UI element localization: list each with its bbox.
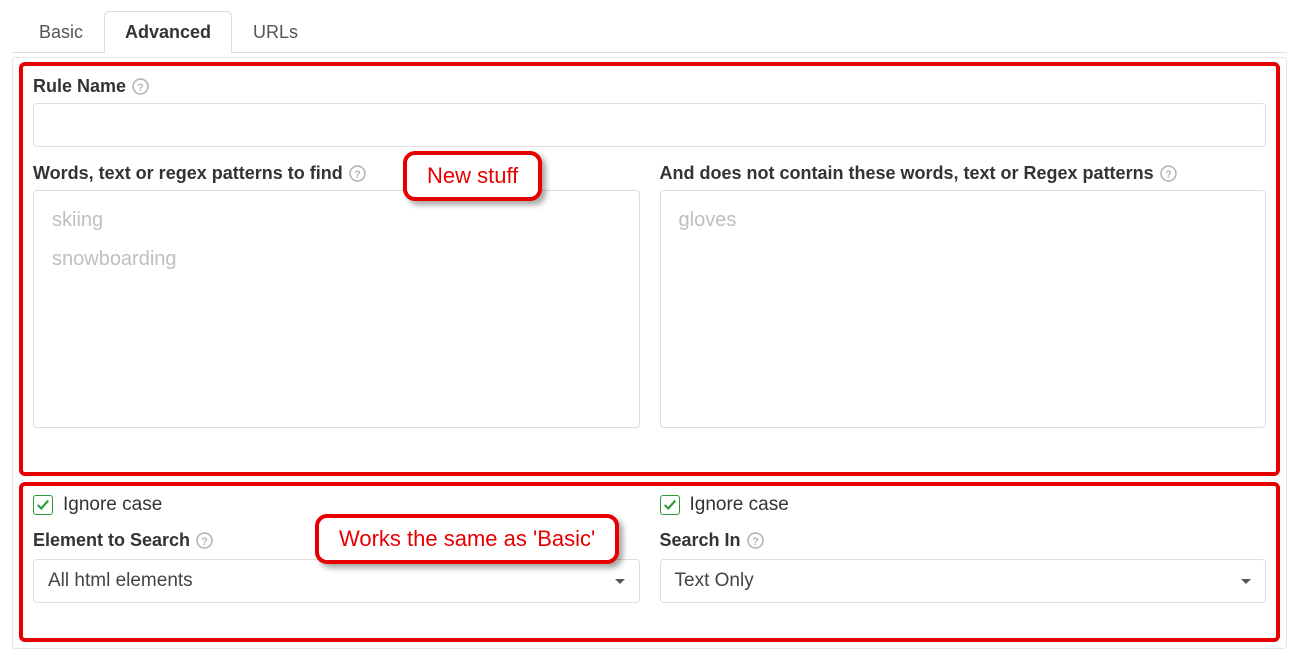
advanced-panel: Rule Name ? Words, text or regex pattern… <box>12 57 1287 649</box>
words-find-label: Words, text or regex patterns to find ? <box>33 163 640 184</box>
ignore-case-label-right: Ignore case <box>690 494 789 516</box>
tag-item[interactable]: skiing <box>48 205 107 236</box>
help-icon[interactable]: ? <box>196 532 213 549</box>
tab-bar: Basic Advanced URLs <box>12 10 1287 53</box>
svg-text:?: ? <box>752 536 758 548</box>
chevron-down-icon <box>1241 579 1251 584</box>
search-in-value: Text Only <box>675 570 754 592</box>
section-new-stuff: Rule Name ? Words, text or regex pattern… <box>19 62 1280 476</box>
help-icon[interactable]: ? <box>747 532 764 549</box>
element-to-search-label: Element to Search ? <box>33 530 213 551</box>
svg-text:?: ? <box>137 82 143 94</box>
ignore-case-checkbox-right[interactable] <box>660 495 680 515</box>
help-icon[interactable]: ? <box>349 165 366 182</box>
chevron-down-icon <box>615 579 625 584</box>
tab-advanced[interactable]: Advanced <box>104 11 232 53</box>
rule-name-label: Rule Name ? <box>33 76 149 97</box>
svg-text:?: ? <box>354 169 360 181</box>
rule-name-label-text: Rule Name <box>33 76 126 97</box>
tab-urls[interactable]: URLs <box>232 11 319 53</box>
element-to-search-select[interactable]: All html elements <box>33 559 640 603</box>
element-to-search-label-text: Element to Search <box>33 530 190 551</box>
search-in-select[interactable]: Text Only <box>660 559 1267 603</box>
rule-name-input[interactable] <box>33 103 1266 147</box>
search-in-label-text: Search In <box>660 530 741 551</box>
section-same-as-basic: Ignore case Element to Search ? All html… <box>19 482 1280 642</box>
ignore-case-label-left: Ignore case <box>63 494 162 516</box>
tag-item[interactable]: gloves <box>675 205 741 236</box>
search-in-label: Search In ? <box>660 530 764 551</box>
words-find-label-text: Words, text or regex patterns to find <box>33 163 343 184</box>
not-contain-label-text: And does not contain these words, text o… <box>660 163 1154 184</box>
ignore-case-checkbox-left[interactable] <box>33 495 53 515</box>
svg-text:?: ? <box>1165 169 1171 181</box>
svg-text:?: ? <box>201 536 207 548</box>
words-find-input[interactable]: skiing snowboarding <box>33 190 640 428</box>
help-icon[interactable]: ? <box>132 78 149 95</box>
help-icon[interactable]: ? <box>1160 165 1177 182</box>
tab-basic[interactable]: Basic <box>18 11 104 53</box>
tag-item[interactable]: snowboarding <box>48 244 181 275</box>
callout-new-stuff: New stuff <box>403 151 542 201</box>
callout-works-same: Works the same as 'Basic' <box>315 514 619 564</box>
not-contain-input[interactable]: gloves <box>660 190 1267 428</box>
element-to-search-value: All html elements <box>48 570 193 592</box>
not-contain-label: And does not contain these words, text o… <box>660 163 1267 184</box>
